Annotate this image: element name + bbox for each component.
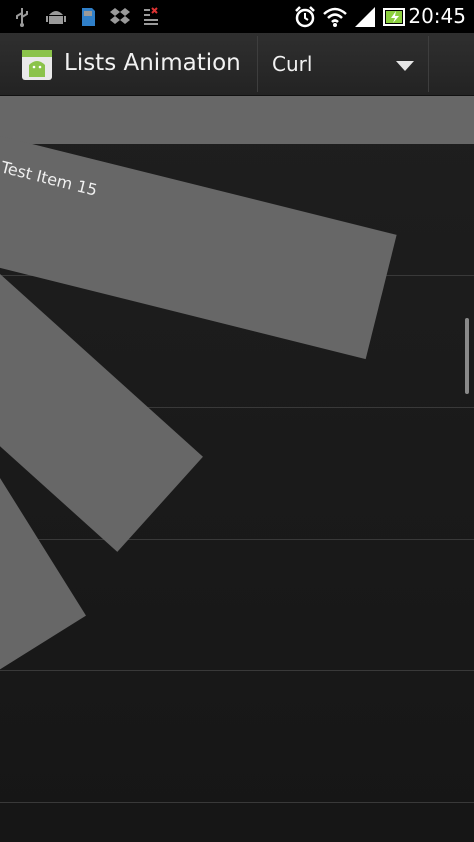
clock: 20:45 [408, 4, 466, 28]
list-divider [0, 802, 474, 803]
list-divider [0, 670, 474, 671]
usb-icon [16, 8, 28, 27]
notification-icon [144, 7, 158, 25]
list-item-label: Test Item 15 [0, 157, 100, 200]
app-title: Lists Animation [64, 50, 241, 76]
animation-type-spinner[interactable]: Curl [257, 36, 429, 92]
list-item[interactable]: Test Item 15 [0, 126, 397, 360]
spinner-selected-value: Curl [272, 52, 313, 76]
signal-icon [355, 7, 375, 27]
list-item[interactable] [0, 96, 474, 144]
wifi-icon [323, 7, 347, 27]
animated-list[interactable]: Test Item 15 [0, 96, 474, 842]
battery-charging-icon [383, 8, 405, 26]
alarm-icon [295, 6, 315, 28]
list-divider [0, 539, 474, 540]
dropbox-icon [110, 8, 130, 24]
android-debug-icon [46, 11, 66, 24]
sd-card-icon [82, 8, 95, 26]
action-bar: Lists Animation Curl [0, 33, 474, 96]
app-icon[interactable] [21, 49, 53, 81]
scrollbar[interactable] [465, 318, 469, 394]
status-bar: 20:45 [0, 0, 474, 33]
dropdown-arrow-icon [396, 61, 414, 71]
